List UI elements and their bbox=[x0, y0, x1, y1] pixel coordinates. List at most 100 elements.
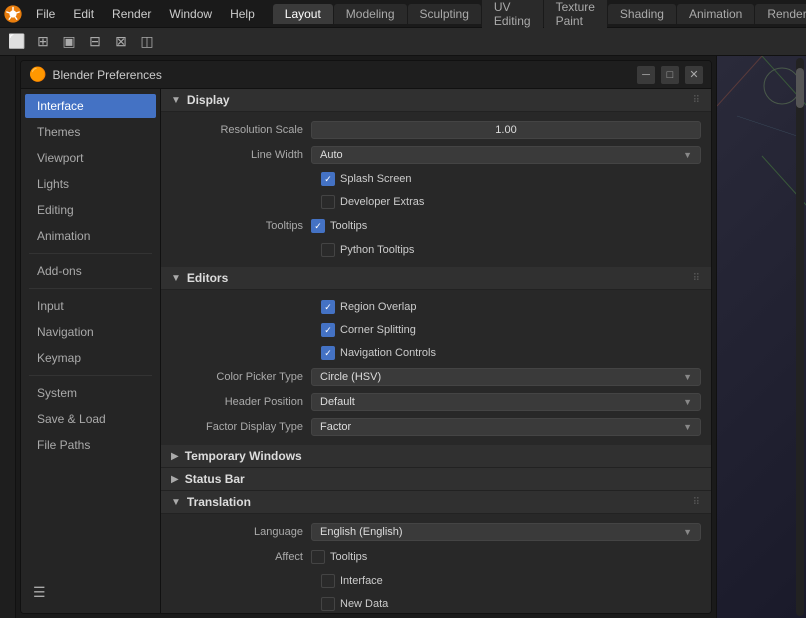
resolution-scale-input[interactable]: 1.00 bbox=[311, 121, 701, 139]
nav-input[interactable]: Input bbox=[25, 294, 156, 318]
nav-animation[interactable]: Animation bbox=[25, 224, 156, 248]
developer-extras-checkbox[interactable] bbox=[321, 195, 335, 209]
tooltips-checkbox[interactable] bbox=[311, 219, 325, 233]
line-width-dropdown[interactable]: Auto ▼ bbox=[311, 146, 701, 164]
preferences-title: Blender Preferences bbox=[52, 68, 161, 82]
translation-section-body: Language English (English) ▼ Affect bbox=[161, 514, 711, 613]
translation-section-header[interactable]: ▼ Translation ⠿ bbox=[161, 491, 711, 514]
factor-display-row: Factor Display Type Factor ▼ bbox=[171, 416, 701, 438]
nav-separator-1 bbox=[29, 253, 152, 254]
navigation-controls-item: Navigation Controls bbox=[321, 346, 436, 360]
navigation-controls-checkbox[interactable] bbox=[321, 346, 335, 360]
tab-animation[interactable]: Animation bbox=[677, 4, 754, 24]
translation-interface-checkbox[interactable] bbox=[321, 574, 335, 588]
translation-tooltips-checkbox[interactable] bbox=[311, 550, 325, 564]
tooltips-item: Tooltips bbox=[311, 219, 701, 233]
splash-screen-item: Splash Screen bbox=[321, 172, 412, 186]
corner-splitting-checkbox[interactable] bbox=[321, 323, 335, 337]
python-tooltips-checkbox[interactable] bbox=[321, 243, 335, 257]
tooltips-row: Tooltips Tooltips bbox=[171, 215, 701, 237]
display-section-dots: ⠿ bbox=[693, 95, 701, 106]
temp-windows-section-header[interactable]: ▶ Temporary Windows bbox=[161, 445, 711, 468]
affect-row: Affect Tooltips bbox=[171, 546, 701, 568]
python-tooltips-row: Python Tooltips bbox=[171, 240, 701, 260]
hamburger-button[interactable]: ☰ bbox=[33, 584, 148, 601]
translation-interface-row: Interface bbox=[171, 571, 701, 591]
region-overlap-label: Region Overlap bbox=[340, 301, 416, 313]
toolbar-icon-1[interactable]: ⬜ bbox=[6, 31, 28, 53]
tab-layout[interactable]: Layout bbox=[273, 4, 333, 24]
toolbar-icon-6[interactable]: ◫ bbox=[136, 31, 158, 53]
factor-display-control: Factor ▼ bbox=[311, 418, 701, 436]
content-scrollbar[interactable] bbox=[796, 58, 804, 616]
tab-rendering[interactable]: Rendering bbox=[755, 4, 806, 24]
splash-screen-checkbox[interactable] bbox=[321, 172, 335, 186]
toolbar-icon-3[interactable]: ▣ bbox=[58, 31, 80, 53]
nav-navigation[interactable]: Navigation bbox=[25, 320, 156, 344]
language-row: Language English (English) ▼ bbox=[171, 521, 701, 543]
nav-separator-3 bbox=[29, 375, 152, 376]
line-width-control: Auto ▼ bbox=[311, 146, 701, 164]
language-chevron-icon: ▼ bbox=[683, 527, 692, 537]
nav-editing[interactable]: Editing bbox=[25, 198, 156, 222]
preferences-window: 🟠 Blender Preferences ─ □ ✕ Interface Th… bbox=[20, 60, 712, 614]
translation-interface-item: Interface bbox=[321, 574, 383, 588]
scrollbar-thumb[interactable] bbox=[796, 68, 804, 108]
new-data-checkbox[interactable] bbox=[321, 597, 335, 611]
nav-keymap[interactable]: Keymap bbox=[25, 346, 156, 370]
toolbar-icon-2[interactable]: ⊞ bbox=[32, 31, 54, 53]
nav-system[interactable]: System bbox=[25, 381, 156, 405]
menu-file[interactable]: File bbox=[28, 5, 63, 23]
nav-interface[interactable]: Interface bbox=[25, 94, 156, 118]
nav-lights[interactable]: Lights bbox=[25, 172, 156, 196]
editors-section-body: Region Overlap Corner Splitting bbox=[161, 290, 711, 445]
tab-sculpting[interactable]: Sculpting bbox=[408, 4, 481, 24]
header-position-dropdown[interactable]: Default ▼ bbox=[311, 393, 701, 411]
tooltips-label: Tooltips bbox=[171, 220, 311, 232]
translation-section-title: Translation bbox=[187, 495, 251, 509]
nav-save-load[interactable]: Save & Load bbox=[25, 407, 156, 431]
status-bar-collapse-arrow: ▶ bbox=[171, 474, 179, 485]
tab-shading[interactable]: Shading bbox=[608, 4, 676, 24]
nav-bottom: ☰ bbox=[21, 576, 160, 609]
close-button[interactable]: ✕ bbox=[685, 66, 703, 84]
blender-logo bbox=[4, 3, 22, 25]
tooltips-control: Tooltips bbox=[311, 219, 701, 233]
toolbar-icon-4[interactable]: ⊟ bbox=[84, 31, 106, 53]
tab-texture-paint[interactable]: Texture Paint bbox=[544, 0, 607, 31]
tab-uv-editing[interactable]: UV Editing bbox=[482, 0, 543, 31]
nav-addons[interactable]: Add-ons bbox=[25, 259, 156, 283]
header-position-row: Header Position Default ▼ bbox=[171, 391, 701, 413]
nav-viewport[interactable]: Viewport bbox=[25, 146, 156, 170]
toolbar-icon-5[interactable]: ⊠ bbox=[110, 31, 132, 53]
color-picker-dropdown[interactable]: Circle (HSV) ▼ bbox=[311, 368, 701, 386]
resolution-scale-control: 1.00 bbox=[311, 121, 701, 139]
editors-section-header[interactable]: ▼ Editors ⠿ bbox=[161, 267, 711, 290]
status-bar-section-header[interactable]: ▶ Status Bar bbox=[161, 468, 711, 491]
corner-splitting-item: Corner Splitting bbox=[321, 323, 416, 337]
menu-edit[interactable]: Edit bbox=[65, 5, 102, 23]
tab-modeling[interactable]: Modeling bbox=[334, 4, 407, 24]
color-picker-label: Color Picker Type bbox=[171, 371, 311, 383]
splash-screen-label: Splash Screen bbox=[340, 173, 412, 185]
line-width-row: Line Width Auto ▼ bbox=[171, 144, 701, 166]
status-bar-section-title: Status Bar bbox=[185, 472, 245, 486]
display-section-header[interactable]: ▼ Display ⠿ bbox=[161, 89, 711, 112]
titlebar-controls: ─ □ ✕ bbox=[637, 66, 703, 84]
display-section-title: Display bbox=[187, 93, 230, 107]
menu-help[interactable]: Help bbox=[222, 5, 263, 23]
region-overlap-row: Region Overlap bbox=[171, 297, 701, 317]
nav-file-paths[interactable]: File Paths bbox=[25, 433, 156, 457]
language-dropdown[interactable]: English (English) ▼ bbox=[311, 523, 701, 541]
menu-render[interactable]: Render bbox=[104, 5, 159, 23]
region-overlap-item: Region Overlap bbox=[321, 300, 416, 314]
header-position-chevron-icon: ▼ bbox=[683, 397, 692, 407]
developer-extras-label: Developer Extras bbox=[340, 196, 424, 208]
menu-window[interactable]: Window bbox=[161, 5, 220, 23]
region-overlap-checkbox[interactable] bbox=[321, 300, 335, 314]
maximize-button[interactable]: □ bbox=[661, 66, 679, 84]
factor-display-dropdown[interactable]: Factor ▼ bbox=[311, 418, 701, 436]
minimize-button[interactable]: ─ bbox=[637, 66, 655, 84]
factor-display-chevron-icon: ▼ bbox=[683, 422, 692, 432]
nav-themes[interactable]: Themes bbox=[25, 120, 156, 144]
